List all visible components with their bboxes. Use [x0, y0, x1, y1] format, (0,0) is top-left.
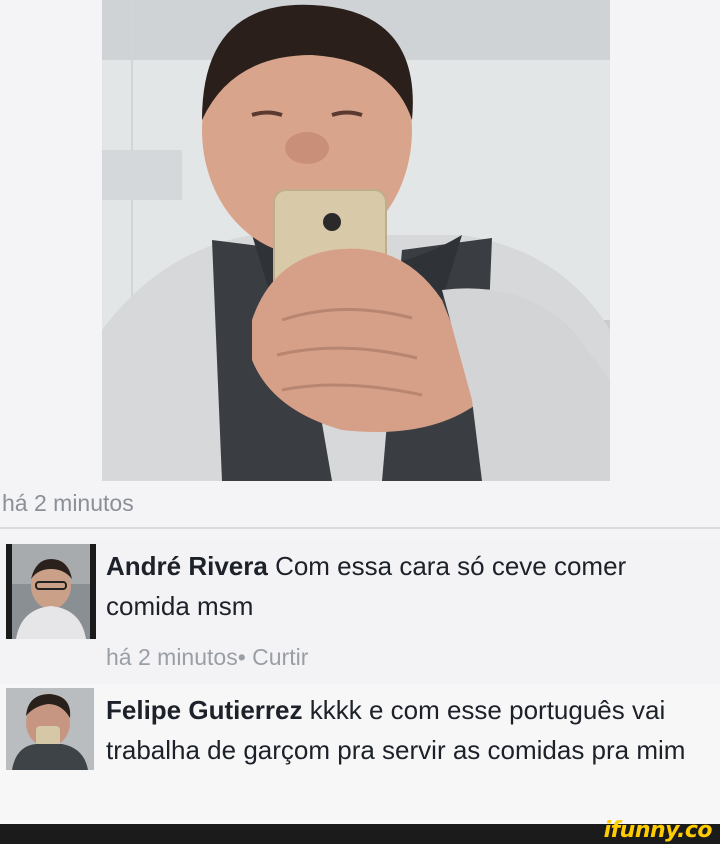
post-timestamp: há 2 minutos [2, 490, 134, 516]
comment-timestamp: há 2 minutos [106, 644, 238, 670]
comment-author[interactable]: Felipe Gutierrez [106, 695, 303, 725]
avatar-image [6, 544, 96, 639]
comment: André Rivera Com essa cara só ceve comer… [0, 540, 720, 680]
avatar[interactable] [6, 544, 96, 639]
watermark-logo: ifunny.co [603, 818, 713, 843]
feed-page: há 2 minutos André Rivera Com essa cara … [0, 0, 720, 844]
section-divider [0, 527, 720, 529]
selfie-image [102, 0, 610, 481]
comment-body: André Rivera Com essa cara só ceve comer… [106, 546, 706, 626]
like-button[interactable]: Curtir [252, 644, 308, 670]
post-photo[interactable] [102, 0, 610, 481]
avatar[interactable] [6, 688, 94, 770]
comment: Felipe Gutierrez kkkk e com esse portugu… [0, 684, 720, 824]
avatar-image [6, 688, 94, 770]
comment-meta: há 2 minutos• Curtir [106, 644, 308, 671]
footer-bar: ifunny.co [0, 818, 720, 844]
comment-author[interactable]: André Rivera [106, 551, 268, 581]
meta-separator: • [237, 644, 246, 670]
comment-body: Felipe Gutierrez kkkk e com esse portugu… [106, 690, 706, 770]
